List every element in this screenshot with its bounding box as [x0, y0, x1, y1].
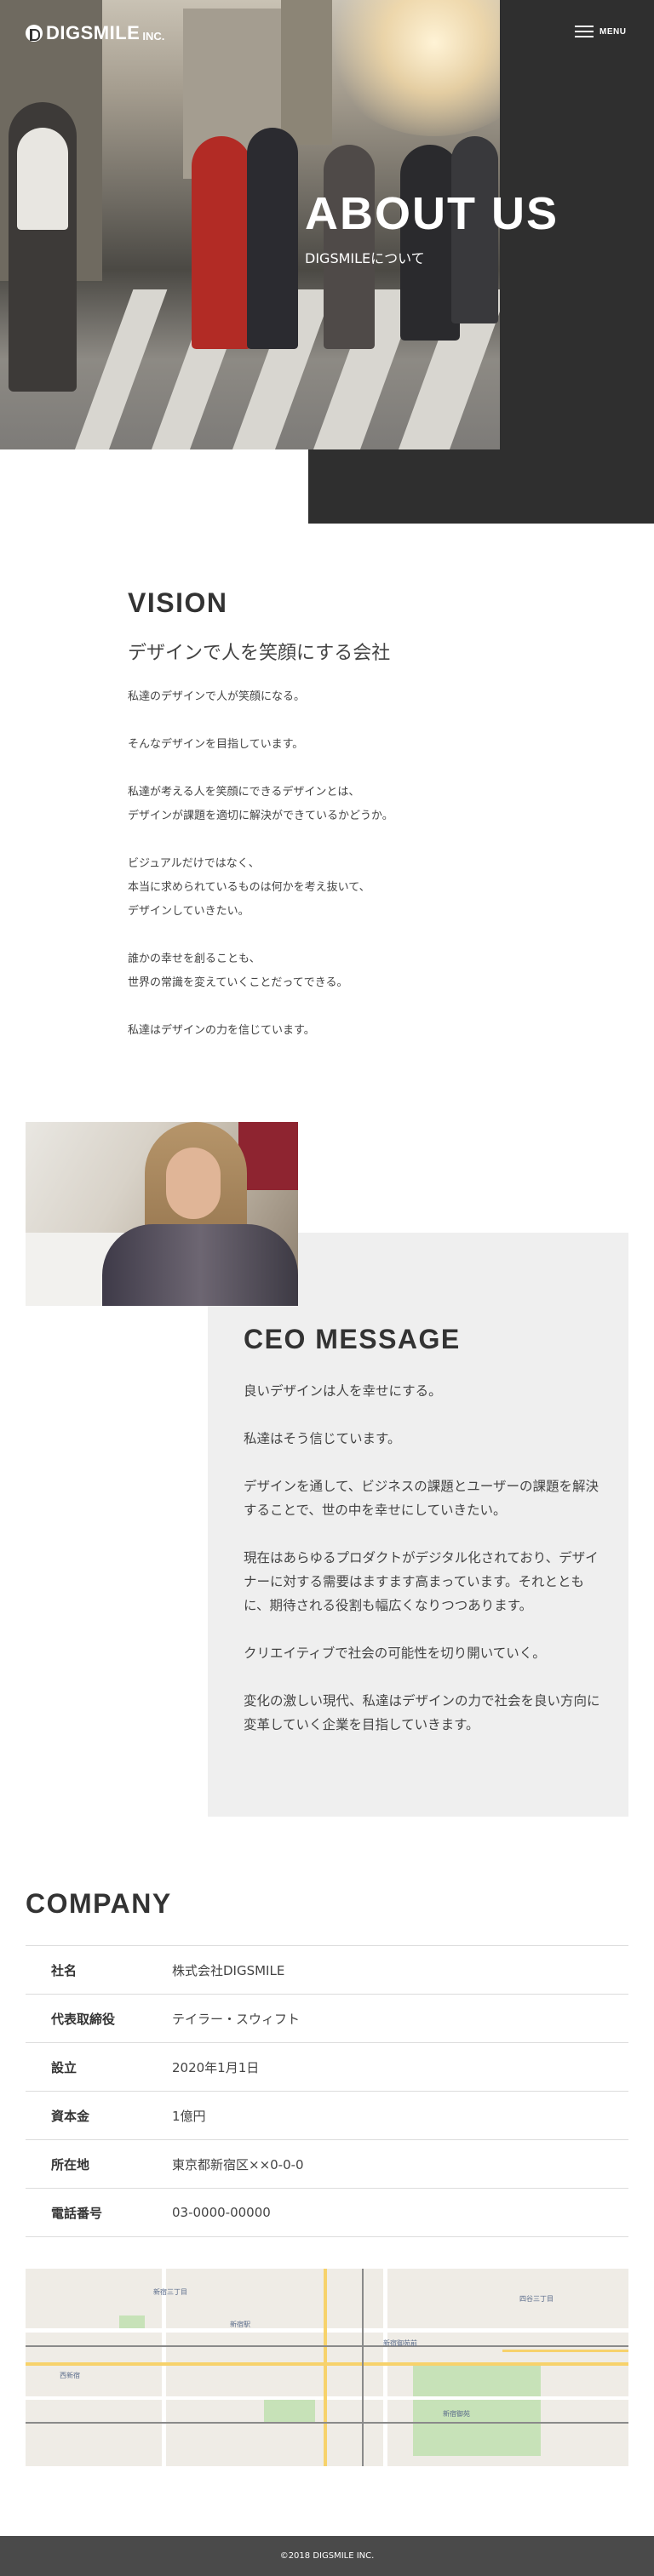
table-row: 所在地 東京都新宿区××0-0-0 [26, 2140, 628, 2189]
vision-title: VISION [128, 587, 228, 618]
menu-label: MENU [600, 26, 627, 37]
logo-suffix: INC. [142, 29, 165, 43]
vision-paragraph: そんなデザインを目指しています。 [128, 738, 304, 751]
vision-paragraph: 誰かの幸せを創ることも、 世界の常識を変えていくことだってできる。 [128, 953, 348, 989]
logo-mark-icon [26, 25, 43, 42]
row-label: 資本金 [51, 2108, 90, 2124]
ceo-paragraph: クリエイティブで社会の可能性を切り開いていく。 [244, 1646, 546, 1661]
company-title: COMPANY [26, 1888, 172, 1919]
menu-button[interactable]: MENU [575, 26, 626, 37]
vision-section: VISION デザインで人を笑顔にする会社 私達のデザインで人が笑顔になる。 そ… [128, 587, 528, 1067]
ceo-paragraph: 現在はあらゆるプロダクトがデジタル化されており、デザイナーに対する需要はますます… [244, 1550, 599, 1613]
company-info-table: 社名 株式会社DIGSMILE 代表取締役 テイラー・スウィフト 設立 2020… [26, 1945, 628, 2237]
vision-lead: デザインで人を笑顔にする会社 [128, 643, 391, 664]
table-row: 代表取締役 テイラー・スウィフト [26, 1995, 628, 2043]
row-value: 株式会社DIGSMILE [172, 1962, 285, 1978]
vision-paragraph: 私達が考える人を笑顔にできるデザインとは、 デザインが課題を適切に解決ができてい… [128, 786, 393, 822]
location-map[interactable]: 新宿三丁目 新宿御苑前 新宿御苑 西新宿 新宿駅 四谷三丁目 [26, 2269, 628, 2466]
hero-section: DIGSMILE INC. MENU ABOUT US DIGSMILEについて [0, 0, 654, 524]
logo-text: DIGSMILE [46, 22, 141, 43]
row-value: 03-0000-00000 [172, 2205, 271, 2220]
vision-paragraph: ビジュアルだけではなく、 本当に求められているものは何かを考え抜いて、 デザイン… [128, 857, 370, 918]
hamburger-icon [575, 26, 594, 37]
row-label: 代表取締役 [51, 2011, 116, 2027]
ceo-paragraph: デザインを通して、ビジネスの課題とユーザーの課題を解決することで、世の中を幸せに… [244, 1479, 599, 1518]
ceo-title: CEO MESSAGE [244, 1324, 461, 1354]
ceo-message-section: CEO MESSAGE 良いデザインは人を幸せにする。 私達はそう信じています。… [244, 1324, 601, 1760]
row-value: テイラー・スウィフト [172, 2011, 301, 2027]
row-label: 所在地 [51, 2156, 90, 2172]
page-subtitle: DIGSMILEについて [305, 250, 425, 266]
ceo-photo [26, 1122, 298, 1306]
vision-paragraph: 私達はデザインの力を信じています。 [128, 1024, 315, 1037]
vision-body: 私達のデザインで人が笑顔になる。 そんなデザインを目指しています。 私達が考える… [128, 685, 528, 1043]
ceo-paragraph: 私達はそう信じています。 [244, 1431, 401, 1446]
row-value: 1億円 [172, 2108, 206, 2124]
table-row: 資本金 1億円 [26, 2092, 628, 2140]
table-row: 設立 2020年1月1日 [26, 2043, 628, 2092]
site-logo[interactable]: DIGSMILE INC. [26, 22, 164, 44]
vision-paragraph: 私達のデザインで人が笑顔になる。 [128, 690, 306, 703]
ceo-paragraph: 良いデザインは人を幸せにする。 [244, 1383, 442, 1399]
ceo-body: 良いデザインは人を幸せにする。 私達はそう信じています。 デザインを通して、ビジ… [244, 1379, 601, 1737]
site-footer: ©2018 DIGSMILE INC. [0, 2536, 654, 2576]
company-section: COMPANY 社名 株式会社DIGSMILE 代表取締役 テイラー・スウィフト… [26, 1888, 628, 2237]
row-label: 社名 [51, 1962, 77, 1978]
page-title: ABOUT US [305, 188, 559, 239]
copyright-text: ©2018 DIGSMILE INC. [279, 2551, 375, 2561]
row-value: 2020年1月1日 [172, 2059, 260, 2075]
row-label: 設立 [51, 2059, 77, 2075]
table-row: 電話番号 03-0000-00000 [26, 2189, 628, 2237]
ceo-paragraph: 変化の激しい現代、私達はデザインの力で社会を良い方向に変革していく企業を目指して… [244, 1693, 600, 1732]
table-row: 社名 株式会社DIGSMILE [26, 1946, 628, 1995]
row-value: 東京都新宿区××0-0-0 [172, 2156, 304, 2172]
row-label: 電話番号 [51, 2205, 103, 2221]
